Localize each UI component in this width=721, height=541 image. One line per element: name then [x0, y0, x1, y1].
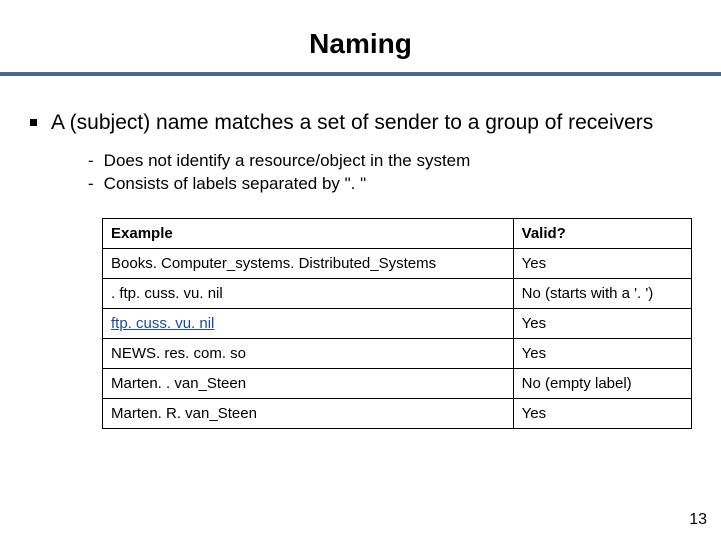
table-row: Marten. . van_Steen No (empty label) [103, 369, 692, 399]
table-row: Marten. R. van_Steen Yes [103, 399, 692, 429]
cell-valid: Yes [513, 339, 691, 369]
table-row: Books. Computer_systems. Distributed_Sys… [103, 249, 692, 279]
dash-icon: - [88, 173, 94, 196]
cell-example: Books. Computer_systems. Distributed_Sys… [103, 249, 514, 279]
main-bullet: A (subject) name matches a set of sender… [30, 110, 691, 136]
col-valid-header: Valid? [513, 219, 691, 249]
slide-title: Naming [0, 0, 721, 72]
table-row: ftp. cuss. vu. nil Yes [103, 309, 692, 339]
table-header-row: Example Valid? [103, 219, 692, 249]
main-bullet-text: A (subject) name matches a set of sender… [51, 110, 653, 136]
sub-bullet-text: Does not identify a resource/object in t… [104, 150, 471, 173]
square-bullet-icon [30, 119, 37, 126]
cell-valid: Yes [513, 309, 691, 339]
cell-example: Marten. R. van_Steen [103, 399, 514, 429]
page-number: 13 [689, 511, 707, 529]
cell-example: ftp. cuss. vu. nil [103, 309, 514, 339]
sub-bullet-text: Consists of labels separated by ". " [104, 173, 366, 196]
slide-body: A (subject) name matches a set of sender… [0, 76, 721, 429]
cell-example: . ftp. cuss. vu. nil [103, 279, 514, 309]
cell-valid: No (empty label) [513, 369, 691, 399]
dash-icon: - [88, 150, 94, 173]
cell-example: NEWS. res. com. so [103, 339, 514, 369]
col-example-header: Example [103, 219, 514, 249]
sub-bullet-list: - Does not identify a resource/object in… [30, 150, 691, 196]
examples-table: Example Valid? Books. Computer_systems. … [102, 218, 692, 429]
sub-bullet-item: - Does not identify a resource/object in… [88, 150, 691, 173]
cell-example: Marten. . van_Steen [103, 369, 514, 399]
table-row: . ftp. cuss. vu. nil No (starts with a '… [103, 279, 692, 309]
example-link[interactable]: ftp. cuss. vu. nil [111, 315, 214, 332]
cell-valid: Yes [513, 399, 691, 429]
table-row: NEWS. res. com. so Yes [103, 339, 692, 369]
cell-valid: Yes [513, 249, 691, 279]
sub-bullet-item: - Consists of labels separated by ". " [88, 173, 691, 196]
cell-valid: No (starts with a '. ') [513, 279, 691, 309]
